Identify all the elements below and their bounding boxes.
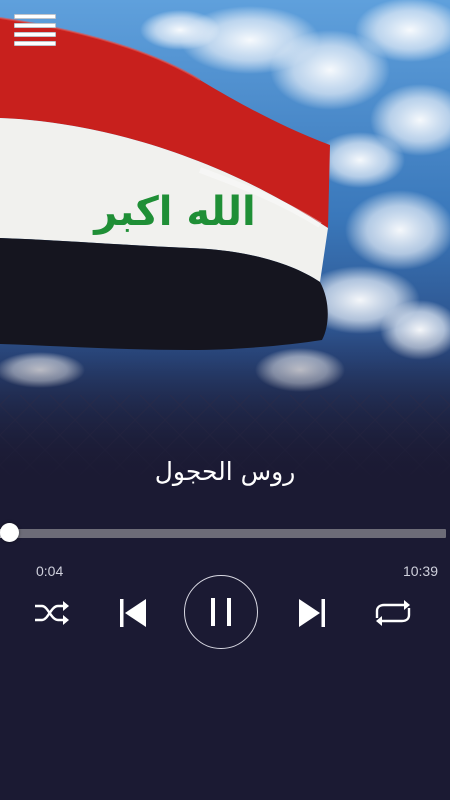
total-duration: 10:39 <box>402 563 438 579</box>
song-title: روس الحجول <box>154 457 296 486</box>
previous-button[interactable] <box>116 594 150 632</box>
shuffle-icon <box>35 601 69 625</box>
skip-next-icon <box>299 599 325 627</box>
album-artwork: الله اكبر <box>0 0 450 480</box>
next-button[interactable] <box>295 594 329 632</box>
repeat-button[interactable] <box>368 596 418 630</box>
seek-track[interactable] <box>0 529 446 538</box>
seek-thumb[interactable] <box>0 523 19 542</box>
flag-inscription: الله اكبر <box>92 189 255 235</box>
skip-previous-icon <box>120 599 146 627</box>
player-screen: الله اكبر روس الحجول 0:04 10:39 <box>0 0 450 800</box>
seek-bar[interactable] <box>0 523 450 542</box>
elapsed-time: 0:04 <box>36 563 64 579</box>
pause-icon <box>211 598 231 626</box>
menu-button[interactable] <box>14 14 56 50</box>
repeat-icon <box>375 600 411 626</box>
play-pause-button[interactable] <box>184 575 258 649</box>
shuffle-button[interactable] <box>32 596 72 630</box>
